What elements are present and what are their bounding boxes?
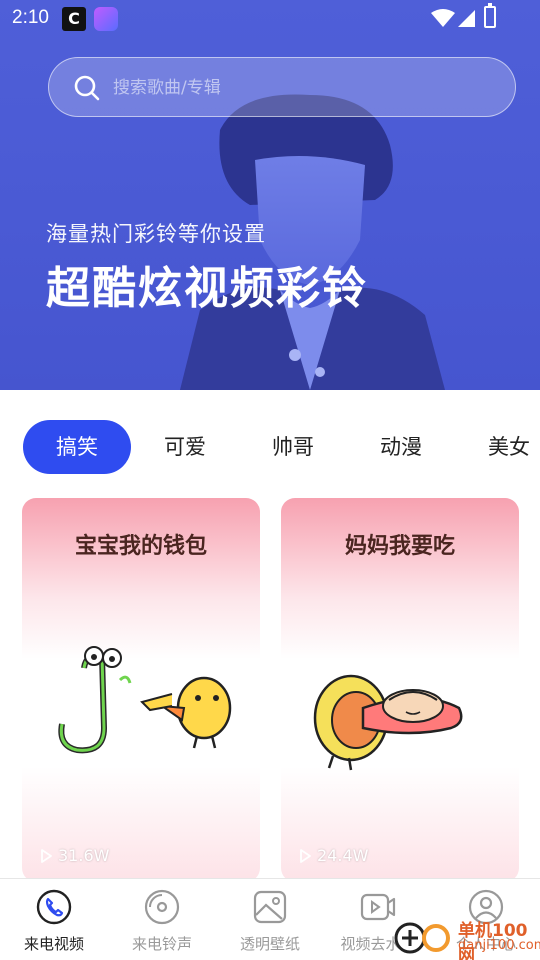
nav-item-wallpaper[interactable]: 透明壁纸 xyxy=(216,879,324,960)
status-bar: 2:10 C xyxy=(0,0,540,36)
hero-banner[interactable]: 2:10 C 海量热门彩铃等你设置 超酷炫视频彩铃 xyxy=(0,0,540,390)
nav-label: 透明壁纸 xyxy=(239,935,300,953)
play-icon xyxy=(41,848,52,863)
phone-icon xyxy=(36,889,72,925)
view-count-value: 24.4W xyxy=(317,846,369,865)
nav-item-ringtones[interactable]: 来电铃声 xyxy=(108,879,216,960)
video-card[interactable]: 妈妈我要吃 24.4W xyxy=(281,498,519,882)
video-card[interactable]: 宝宝我的钱包 31.6W xyxy=(22,498,260,882)
view-count-value: 31.6W xyxy=(58,846,110,865)
card-title: 妈妈我要吃 xyxy=(344,534,455,559)
search-bar[interactable] xyxy=(48,57,516,117)
watermark-url: danji100.com xyxy=(458,938,540,953)
search-input[interactable] xyxy=(113,76,493,100)
picture-icon xyxy=(253,890,287,924)
status-time: 2:10 xyxy=(12,7,49,28)
hero-title: 超酷炫视频彩铃 xyxy=(46,263,368,314)
view-count: 31.6W xyxy=(38,846,109,865)
tab-cute[interactable]: 可爱 xyxy=(140,420,230,474)
nav-item-incoming-video[interactable]: 来电视频 xyxy=(0,879,108,960)
video-icon xyxy=(360,893,396,921)
tab-beauty[interactable]: 美女 xyxy=(464,420,540,474)
signal-icon xyxy=(458,10,475,27)
tab-handsome[interactable]: 帅哥 xyxy=(248,420,338,474)
card-cartoon-image xyxy=(58,646,232,754)
disc-icon xyxy=(144,889,180,925)
hero-subtitle: 海量热门彩铃等你设置 xyxy=(46,222,266,246)
watermark-logo-icon xyxy=(394,922,450,954)
battery-icon xyxy=(484,3,496,28)
nav-label: 来电视频 xyxy=(23,935,84,953)
card-cartoon-image xyxy=(313,674,463,771)
card-title: 宝宝我的钱包 xyxy=(74,534,207,559)
search-icon xyxy=(74,75,100,101)
wifi-icon xyxy=(431,9,455,27)
tab-anime[interactable]: 动漫 xyxy=(356,420,446,474)
notification-app-icon: C xyxy=(62,7,86,31)
tab-funny[interactable]: 搞笑 xyxy=(23,420,131,474)
notification-app2-icon xyxy=(94,7,118,31)
category-tabs: 搞笑 可爱 帅哥 动漫 美女 xyxy=(0,420,540,474)
site-watermark: 单机100网 danji100.com xyxy=(392,916,540,960)
nav-label: 来电铃声 xyxy=(131,935,192,953)
play-icon xyxy=(300,848,311,863)
view-count: 24.4W xyxy=(297,846,368,865)
